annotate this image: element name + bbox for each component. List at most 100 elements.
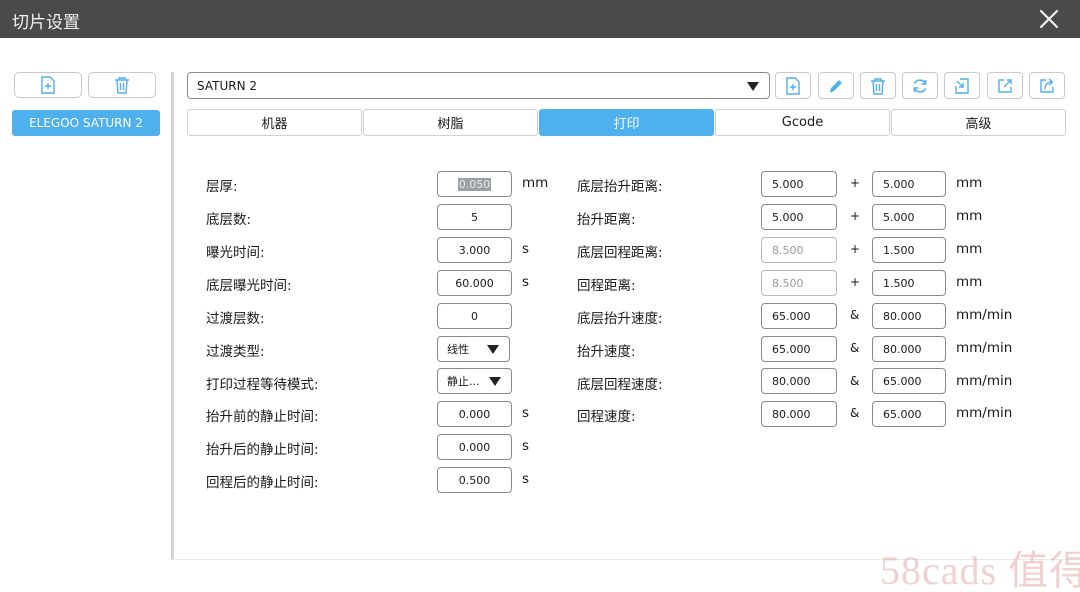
- share-profile-button[interactable]: [1029, 72, 1065, 99]
- bottom-layers-input[interactable]: 5: [437, 204, 512, 230]
- bottom-lift-speed-unit: mm/min: [956, 307, 1013, 323]
- lift-distance-label: 抬升距离:: [577, 212, 636, 228]
- retract-speed-label: 回程速度:: [577, 409, 636, 425]
- pencil-icon: [829, 79, 842, 92]
- rest-after-lift-label: 抬升后的静止时间:: [206, 442, 319, 458]
- layer-height-input[interactable]: 0.050: [437, 171, 512, 197]
- chevron-down-icon: [487, 345, 499, 354]
- ampersand-sign: &: [850, 308, 860, 322]
- rest-before-lift-label: 抬升前的静止时间:: [206, 409, 319, 425]
- bottom-layers-label: 底层数:: [206, 212, 252, 228]
- layer-height-unit: mm: [522, 175, 549, 191]
- bottom-retract-speed-input-2[interactable]: 65.000: [872, 368, 946, 394]
- chevron-down-icon: [747, 82, 759, 91]
- tab-machine[interactable]: 机器: [187, 109, 362, 136]
- layer-height-value: 0.050: [457, 177, 492, 191]
- printer-item[interactable]: ELEGOO SATURN 2: [12, 110, 160, 136]
- import-icon: [955, 77, 969, 94]
- bottom-lift-speed-input-2[interactable]: 80.000: [872, 303, 946, 329]
- edit-profile-button[interactable]: [818, 72, 854, 99]
- retract-distance-label: 回程距离:: [577, 278, 636, 294]
- tab-gcode[interactable]: Gcode: [715, 109, 890, 136]
- trash-icon: [115, 77, 129, 94]
- profile-select-value: SATURN 2: [197, 78, 257, 93]
- transition-layers-input[interactable]: 0: [437, 303, 512, 329]
- share-icon: [1040, 77, 1054, 93]
- exposure-time-input[interactable]: 3.000: [437, 237, 512, 263]
- retract-speed-input-1[interactable]: 80.000: [761, 401, 837, 427]
- lift-speed-input-1[interactable]: 65.000: [761, 336, 837, 362]
- retract-speed-unit: mm/min: [956, 405, 1013, 421]
- import-profile-button[interactable]: [944, 72, 980, 99]
- rest-after-retract-label: 回程后的静止时间:: [206, 475, 319, 491]
- lift-distance-input-1[interactable]: 5.000: [761, 204, 837, 230]
- bottom-lift-distance-label: 底层抬升距离:: [577, 179, 663, 195]
- rest-after-lift-input[interactable]: 0.000: [437, 434, 512, 460]
- rest-before-lift-input[interactable]: 0.000: [437, 401, 512, 427]
- retract-distance-input-1: 8.500: [761, 270, 837, 296]
- bottom-exposure-unit: s: [522, 274, 530, 290]
- bottom-lift-speed-label: 底层抬升速度:: [577, 311, 663, 327]
- lift-distance-input-2[interactable]: 5.000: [872, 204, 946, 230]
- printer-sidebar: ELEGOO SATURN 2: [0, 38, 172, 560]
- bottom-retract-distance-label: 底层回程距离:: [577, 245, 663, 261]
- delete-profile-button[interactable]: [860, 72, 896, 99]
- transition-type-select[interactable]: 线性: [437, 336, 510, 362]
- rest-after-retract-input[interactable]: 0.500: [437, 467, 512, 493]
- ampersand-sign: &: [850, 341, 860, 355]
- plus-sign: +: [850, 275, 861, 289]
- ampersand-sign: &: [850, 406, 860, 420]
- tab-advanced[interactable]: 高级: [891, 109, 1066, 136]
- bottom-retract-speed-unit: mm/min: [956, 373, 1013, 389]
- retract-distance-unit: mm: [956, 274, 983, 290]
- bottom-retract-speed-label: 底层回程速度:: [577, 377, 663, 393]
- bottom-exposure-input[interactable]: 60.000: [437, 270, 512, 296]
- bottom-retract-distance-input-1: 8.500: [761, 237, 837, 263]
- tab-resin[interactable]: 树脂: [363, 109, 538, 136]
- wait-mode-select[interactable]: 静止...: [437, 368, 512, 394]
- lift-distance-unit: mm: [956, 208, 983, 224]
- lift-speed-label: 抬升速度:: [577, 344, 636, 360]
- reset-profile-button[interactable]: [902, 72, 938, 99]
- delete-printer-button[interactable]: [88, 72, 156, 98]
- bottom-lift-distance-input-1[interactable]: 5.000: [761, 171, 837, 197]
- transition-layers-label: 过渡层数:: [206, 311, 265, 327]
- add-printer-button[interactable]: [14, 72, 82, 98]
- exposure-time-label: 曝光时间:: [206, 245, 265, 261]
- rest-before-lift-unit: s: [522, 405, 530, 421]
- settings-tabs: 机器 树脂 打印 Gcode 高级: [187, 109, 1066, 136]
- plus-sign: +: [850, 176, 861, 190]
- window-title: 切片设置: [12, 13, 80, 33]
- profile-select[interactable]: SATURN 2: [187, 72, 770, 99]
- bottom-retract-distance-input-2[interactable]: 1.500: [872, 237, 946, 263]
- bottom-lift-distance-input-2[interactable]: 5.000: [872, 171, 946, 197]
- lift-speed-input-2[interactable]: 80.000: [872, 336, 946, 362]
- retract-speed-input-2[interactable]: 65.000: [872, 401, 946, 427]
- plus-sign: +: [850, 242, 861, 256]
- rest-after-retract-unit: s: [522, 471, 530, 487]
- refresh-icon: [913, 78, 927, 93]
- bottom-lift-speed-input-1[interactable]: 65.000: [761, 303, 837, 329]
- bottom-retract-distance-unit: mm: [956, 241, 983, 257]
- panel-divider[interactable]: [171, 72, 174, 560]
- transition-type-label: 过渡类型:: [206, 344, 265, 360]
- file-add-icon: [786, 76, 800, 95]
- bottom-lift-distance-unit: mm: [956, 175, 983, 191]
- wait-mode-value: 静止...: [447, 375, 480, 388]
- retract-distance-input-2[interactable]: 1.500: [872, 270, 946, 296]
- trash-icon: [871, 77, 885, 95]
- bottom-exposure-label: 底层曝光时间:: [206, 278, 292, 294]
- file-add-icon: [41, 76, 55, 94]
- layer-height-label: 层厚:: [206, 179, 238, 195]
- rest-after-lift-unit: s: [522, 438, 530, 454]
- bottom-retract-speed-input-1[interactable]: 80.000: [761, 368, 837, 394]
- chevron-down-icon: [489, 377, 501, 386]
- new-profile-button[interactable]: [775, 72, 811, 99]
- export-profile-button[interactable]: [987, 72, 1023, 99]
- tab-print[interactable]: 打印: [539, 109, 714, 136]
- lift-speed-unit: mm/min: [956, 340, 1013, 356]
- export-icon: [998, 78, 1012, 93]
- close-icon[interactable]: [1034, 4, 1064, 34]
- ampersand-sign: &: [850, 374, 860, 388]
- exposure-time-unit: s: [522, 241, 530, 257]
